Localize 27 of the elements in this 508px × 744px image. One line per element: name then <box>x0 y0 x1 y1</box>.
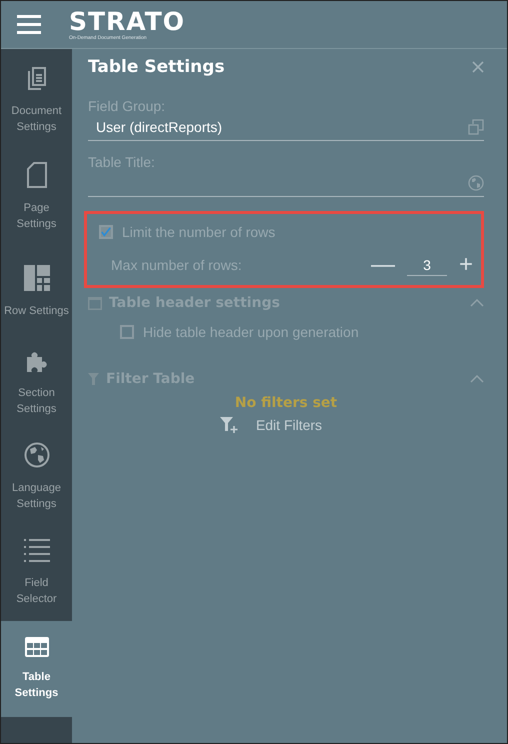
filter-add-icon[interactable] <box>220 417 238 433</box>
filter-icon <box>88 373 99 385</box>
collapse-icon[interactable] <box>470 375 484 383</box>
layout-icon <box>24 265 50 291</box>
puzzle-icon <box>24 351 48 373</box>
number-field[interactable]: 3 <box>406 254 447 276</box>
table-icon <box>24 637 48 657</box>
logo: STRATO <box>69 8 186 34</box>
globe-icon <box>24 442 50 468</box>
panel-title: Table Settings <box>88 57 225 77</box>
copy-icon[interactable] <box>468 119 484 135</box>
input-field[interactable]: User (directReports) <box>88 114 484 141</box>
globe-icon[interactable] <box>468 175 484 191</box>
menu-icon[interactable] <box>17 14 41 34</box>
sidebar-item[interactable]: Table Settings <box>1 621 72 717</box>
decrement-button[interactable]: — <box>370 253 395 277</box>
close-icon[interactable] <box>472 61 484 73</box>
collapse-icon[interactable] <box>470 299 484 307</box>
window-icon <box>88 296 102 310</box>
empty-message: No filters set <box>234 395 338 411</box>
document-icon <box>26 67 46 91</box>
checkbox[interactable] <box>99 225 113 239</box>
checkbox[interactable] <box>120 325 134 339</box>
increment-button[interactable]: + <box>458 253 473 277</box>
list-icon <box>24 539 50 563</box>
page-icon <box>26 162 46 188</box>
edit-filters-link[interactable]: Edit Filters <box>256 417 322 433</box>
